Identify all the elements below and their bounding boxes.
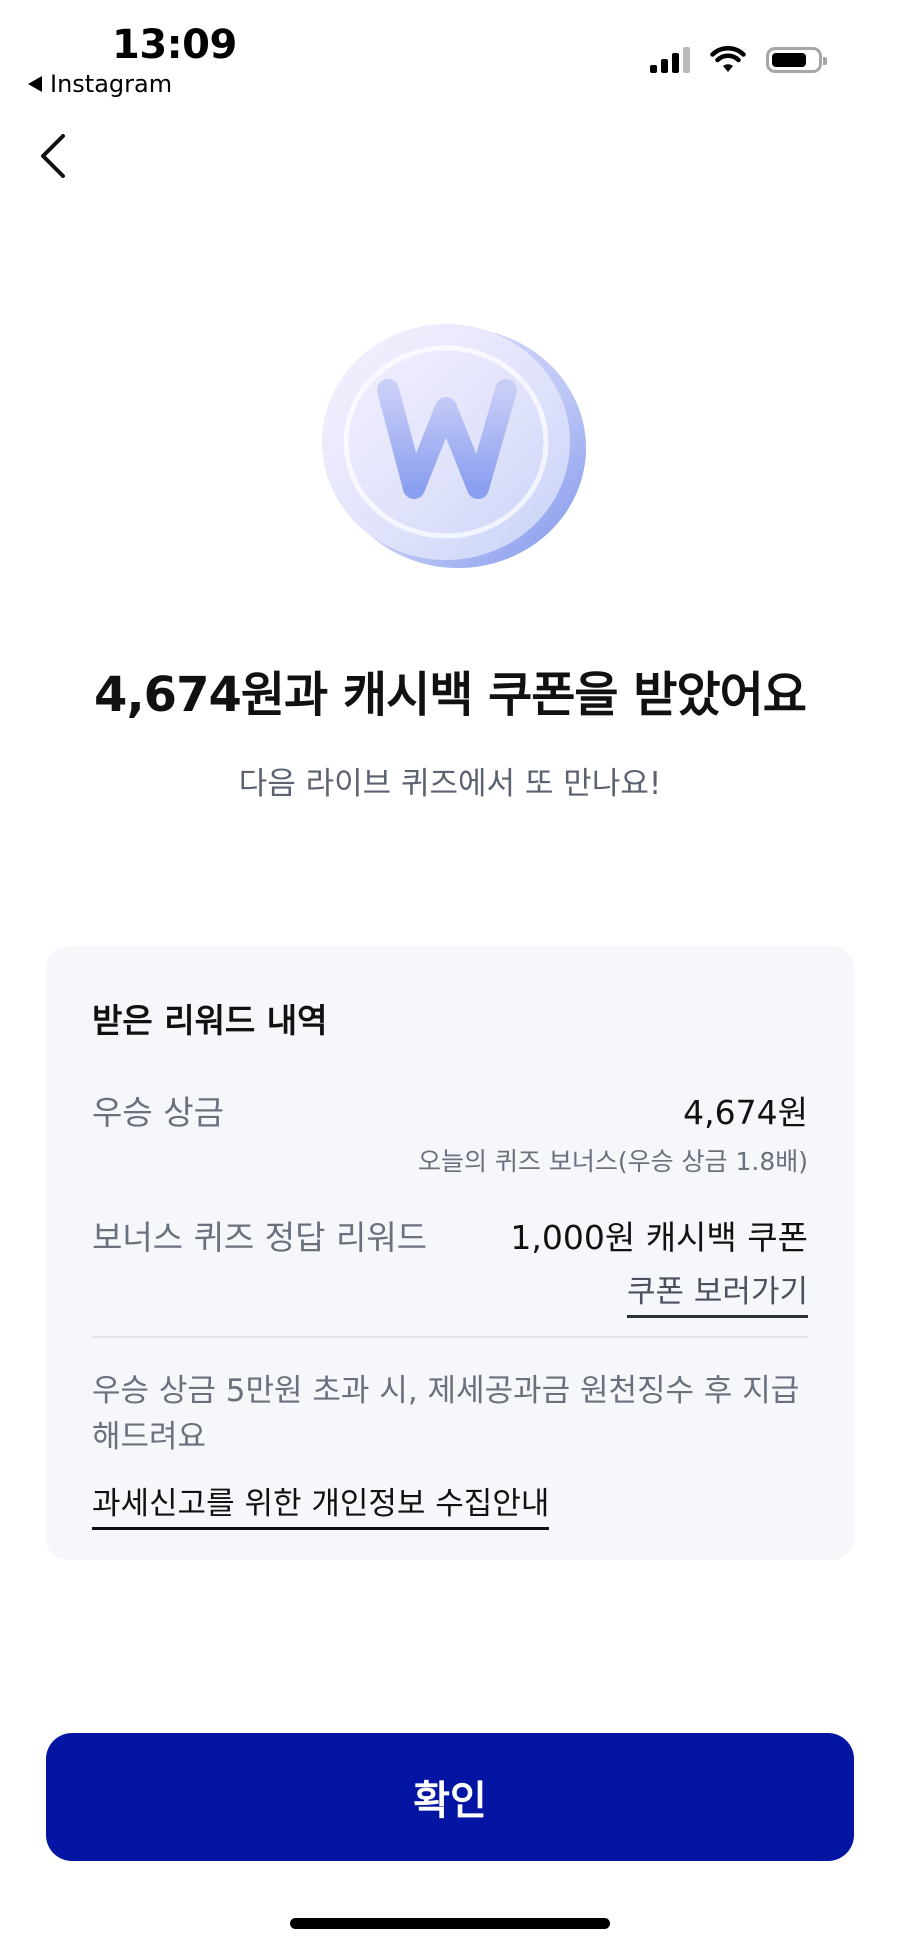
bonus-value: 1,000원 캐시백 쿠폰: [510, 1218, 808, 1257]
cellular-signal-icon: [650, 47, 690, 73]
bonus-label: 보너스 퀴즈 정답 리워드: [92, 1218, 428, 1257]
battery-icon: [766, 47, 827, 73]
back-button[interactable]: [30, 128, 78, 184]
page-subtitle: 다음 라이브 퀴즈에서 또 만나요!: [238, 766, 662, 802]
won-coin-icon: [310, 318, 590, 578]
card-title: 받은 리워드 내역: [92, 1001, 328, 1040]
back-app-label: Instagram: [50, 70, 173, 98]
back-triangle-icon: [28, 76, 42, 92]
privacy-notice-link[interactable]: 과세신고를 위한 개인정보 수집안내: [92, 1478, 550, 1530]
page-title: 4,674원과 캐시백 쿠폰을 받았어요: [94, 667, 807, 723]
prize-label: 우승 상금: [92, 1093, 224, 1132]
chevron-left-icon: [41, 134, 65, 178]
back-to-app-link[interactable]: Instagram: [28, 70, 172, 98]
view-coupon-link[interactable]: 쿠폰 보러가기: [627, 1266, 808, 1318]
card-divider: [92, 1336, 808, 1338]
status-icons: [650, 46, 827, 74]
wifi-icon: [710, 46, 746, 72]
status-time: 13:09: [112, 22, 237, 68]
prize-note: 오늘의 퀴즈 보너스(우승 상금 1.8배): [417, 1147, 808, 1176]
confirm-button[interactable]: 확인: [46, 1733, 854, 1861]
withholding-notice: 우승 상금 5만원 초과 시, 제세공과금 원천징수 후 지급 해드려요: [92, 1373, 800, 1455]
reward-history-card: 받은 리워드 내역 우승 상금 4,674원 오늘의 퀴즈 보너스(우승 상금 …: [46, 946, 854, 1560]
prize-value: 4,674원: [683, 1093, 808, 1132]
home-indicator: [290, 1918, 610, 1929]
